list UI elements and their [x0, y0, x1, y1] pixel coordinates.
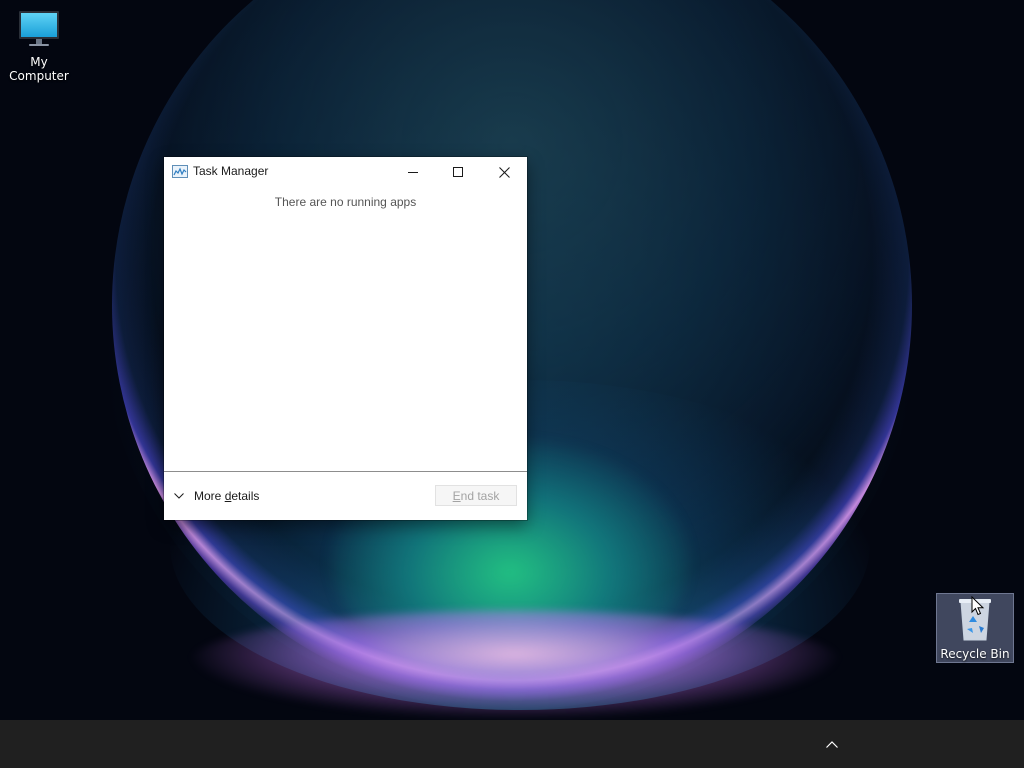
window-title: Task Manager — [193, 164, 269, 178]
title-bar[interactable]: Task Manager — [164, 157, 527, 187]
task-manager-window: Task Manager There are no running apps M… — [164, 157, 527, 520]
desktop-icon-label: Recycle Bin — [940, 647, 1010, 661]
monitor-icon — [19, 11, 59, 46]
maximize-button[interactable] — [435, 157, 481, 187]
chevron-up-icon — [826, 740, 838, 748]
maximize-icon — [453, 167, 463, 177]
more-details-label: More details — [194, 489, 260, 503]
end-task-label: End task — [452, 488, 500, 503]
minimize-button[interactable] — [390, 157, 436, 187]
task-manager-icon — [172, 165, 188, 178]
desktop: My Computer Recycle Bin Task Manager The… — [0, 0, 1024, 768]
end-task-button[interactable]: End task — [435, 485, 517, 506]
more-details-toggle[interactable]: More details — [174, 486, 259, 506]
chevron-down-icon — [174, 493, 184, 499]
desktop-icon-my-computer[interactable]: My Computer — [1, 10, 77, 83]
mouse-cursor-icon — [971, 596, 985, 616]
minimize-icon — [408, 172, 418, 173]
empty-apps-message: There are no running apps — [274, 195, 417, 209]
footer-divider — [164, 471, 527, 472]
close-button[interactable] — [481, 157, 527, 187]
taskbar — [0, 720, 1024, 768]
wallpaper-bloom-pink — [185, 610, 845, 720]
desktop-icon-label: My Computer — [9, 55, 69, 83]
show-hidden-icons-button[interactable] — [820, 732, 844, 756]
close-icon — [498, 166, 510, 178]
